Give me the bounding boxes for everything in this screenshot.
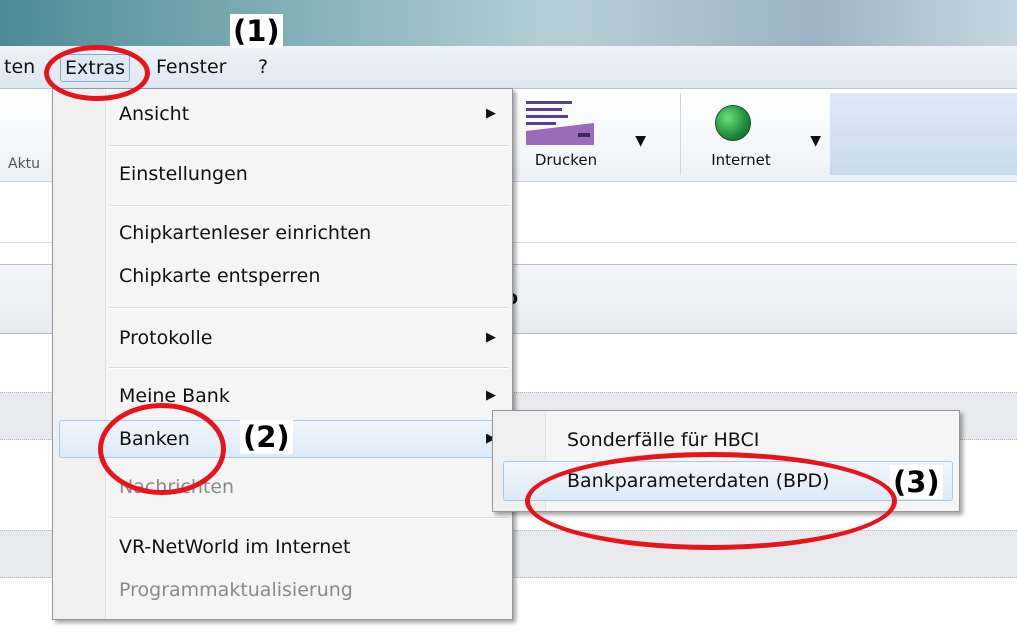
annotation-step-3: (3): [890, 465, 943, 499]
menu-item-programmaktualisierung[interactable]: Programmaktualisierung: [119, 573, 353, 607]
internet-button[interactable]: Internet ▼: [680, 93, 832, 175]
menu-item-chipkarte-entsperren[interactable]: Chipkarte entsperren: [119, 259, 320, 293]
toolbar-button-label-partial[interactable]: Aktu: [8, 156, 40, 172]
annotation-ellipse: [98, 403, 226, 495]
menu-separator: [109, 517, 508, 519]
annotation-step-2: (2): [240, 420, 293, 454]
submenu-arrow-icon: ▶: [486, 330, 496, 345]
menu-help[interactable]: ?: [254, 54, 272, 80]
print-button-label: Drucken: [534, 151, 598, 169]
printer-icon: [526, 101, 594, 145]
annotation-ellipse: [525, 452, 897, 550]
globe-icon: [715, 105, 751, 141]
menu-item-einstellungen[interactable]: Einstellungen: [119, 157, 248, 191]
window-title-bar: [0, 0, 1017, 46]
menu-separator: [109, 367, 508, 369]
menu-separator: [109, 145, 508, 147]
menu-item-vr-networld-internet[interactable]: VR-NetWorld im Internet: [119, 530, 350, 564]
menu-item-partial[interactable]: ten: [0, 54, 39, 80]
submenu-arrow-icon: ▶: [486, 388, 496, 403]
chevron-down-icon[interactable]: ▼: [810, 133, 821, 149]
extras-menu: Ansicht ▶ Einstellungen Chipkartenleser …: [52, 88, 513, 620]
menu-bar: ten Extras Fenster ?: [0, 46, 1017, 89]
menu-item-chipkartenleser[interactable]: Chipkartenleser einrichten: [119, 216, 371, 250]
menu-separator: [109, 307, 508, 309]
menu-item-protokolle[interactable]: Protokolle: [119, 321, 212, 355]
submenu-arrow-icon: ▶: [486, 106, 496, 121]
menu-item-ansicht[interactable]: Ansicht: [119, 97, 189, 131]
print-button[interactable]: Drucken ▼: [505, 93, 656, 175]
toolbar-blank-area: [830, 93, 1017, 175]
internet-button-label: Internet: [711, 151, 771, 169]
chevron-down-icon[interactable]: ▼: [635, 133, 646, 149]
annotation-ellipse: [44, 45, 150, 101]
menu-fenster[interactable]: Fenster: [152, 54, 230, 80]
menu-separator: [109, 205, 508, 207]
menu-gutter: [53, 89, 106, 619]
annotation-step-1: (1): [230, 14, 283, 48]
